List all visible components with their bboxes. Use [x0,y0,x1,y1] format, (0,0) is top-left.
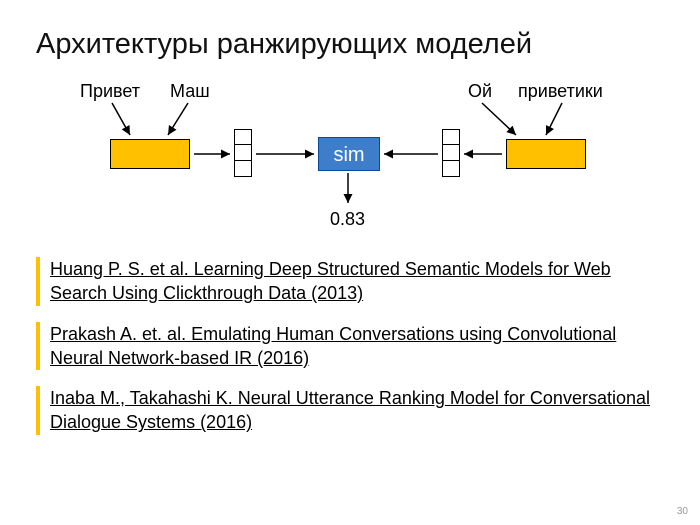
sim-box: sim [318,137,380,171]
similarity-output: 0.83 [330,209,365,230]
vector-left [234,129,252,177]
bullet-bar [36,257,40,306]
vector-right [442,129,460,177]
page-number: 30 [677,506,688,517]
references-list: Huang P. S. et al. Learning Deep Structu… [36,257,664,435]
reference-item: Inaba M., Takahashi K. Neural Utterance … [36,386,664,435]
reference-text: Prakash A. et. al. Emulating Human Conve… [50,322,664,371]
slide-title: Архитектуры ранжирующих моделей [36,28,664,61]
reference-text: Inaba M., Takahashi K. Neural Utterance … [50,386,664,435]
architecture-diagram: Привет Маш Ой приветики sim 0.83 [70,79,630,239]
bullet-bar [36,386,40,435]
encoder-left [110,139,190,169]
bullet-bar [36,322,40,371]
reference-text: Huang P. S. et al. Learning Deep Structu… [50,257,664,306]
reference-item: Huang P. S. et al. Learning Deep Structu… [36,257,664,306]
reference-item: Prakash A. et. al. Emulating Human Conve… [36,322,664,371]
encoder-right [506,139,586,169]
